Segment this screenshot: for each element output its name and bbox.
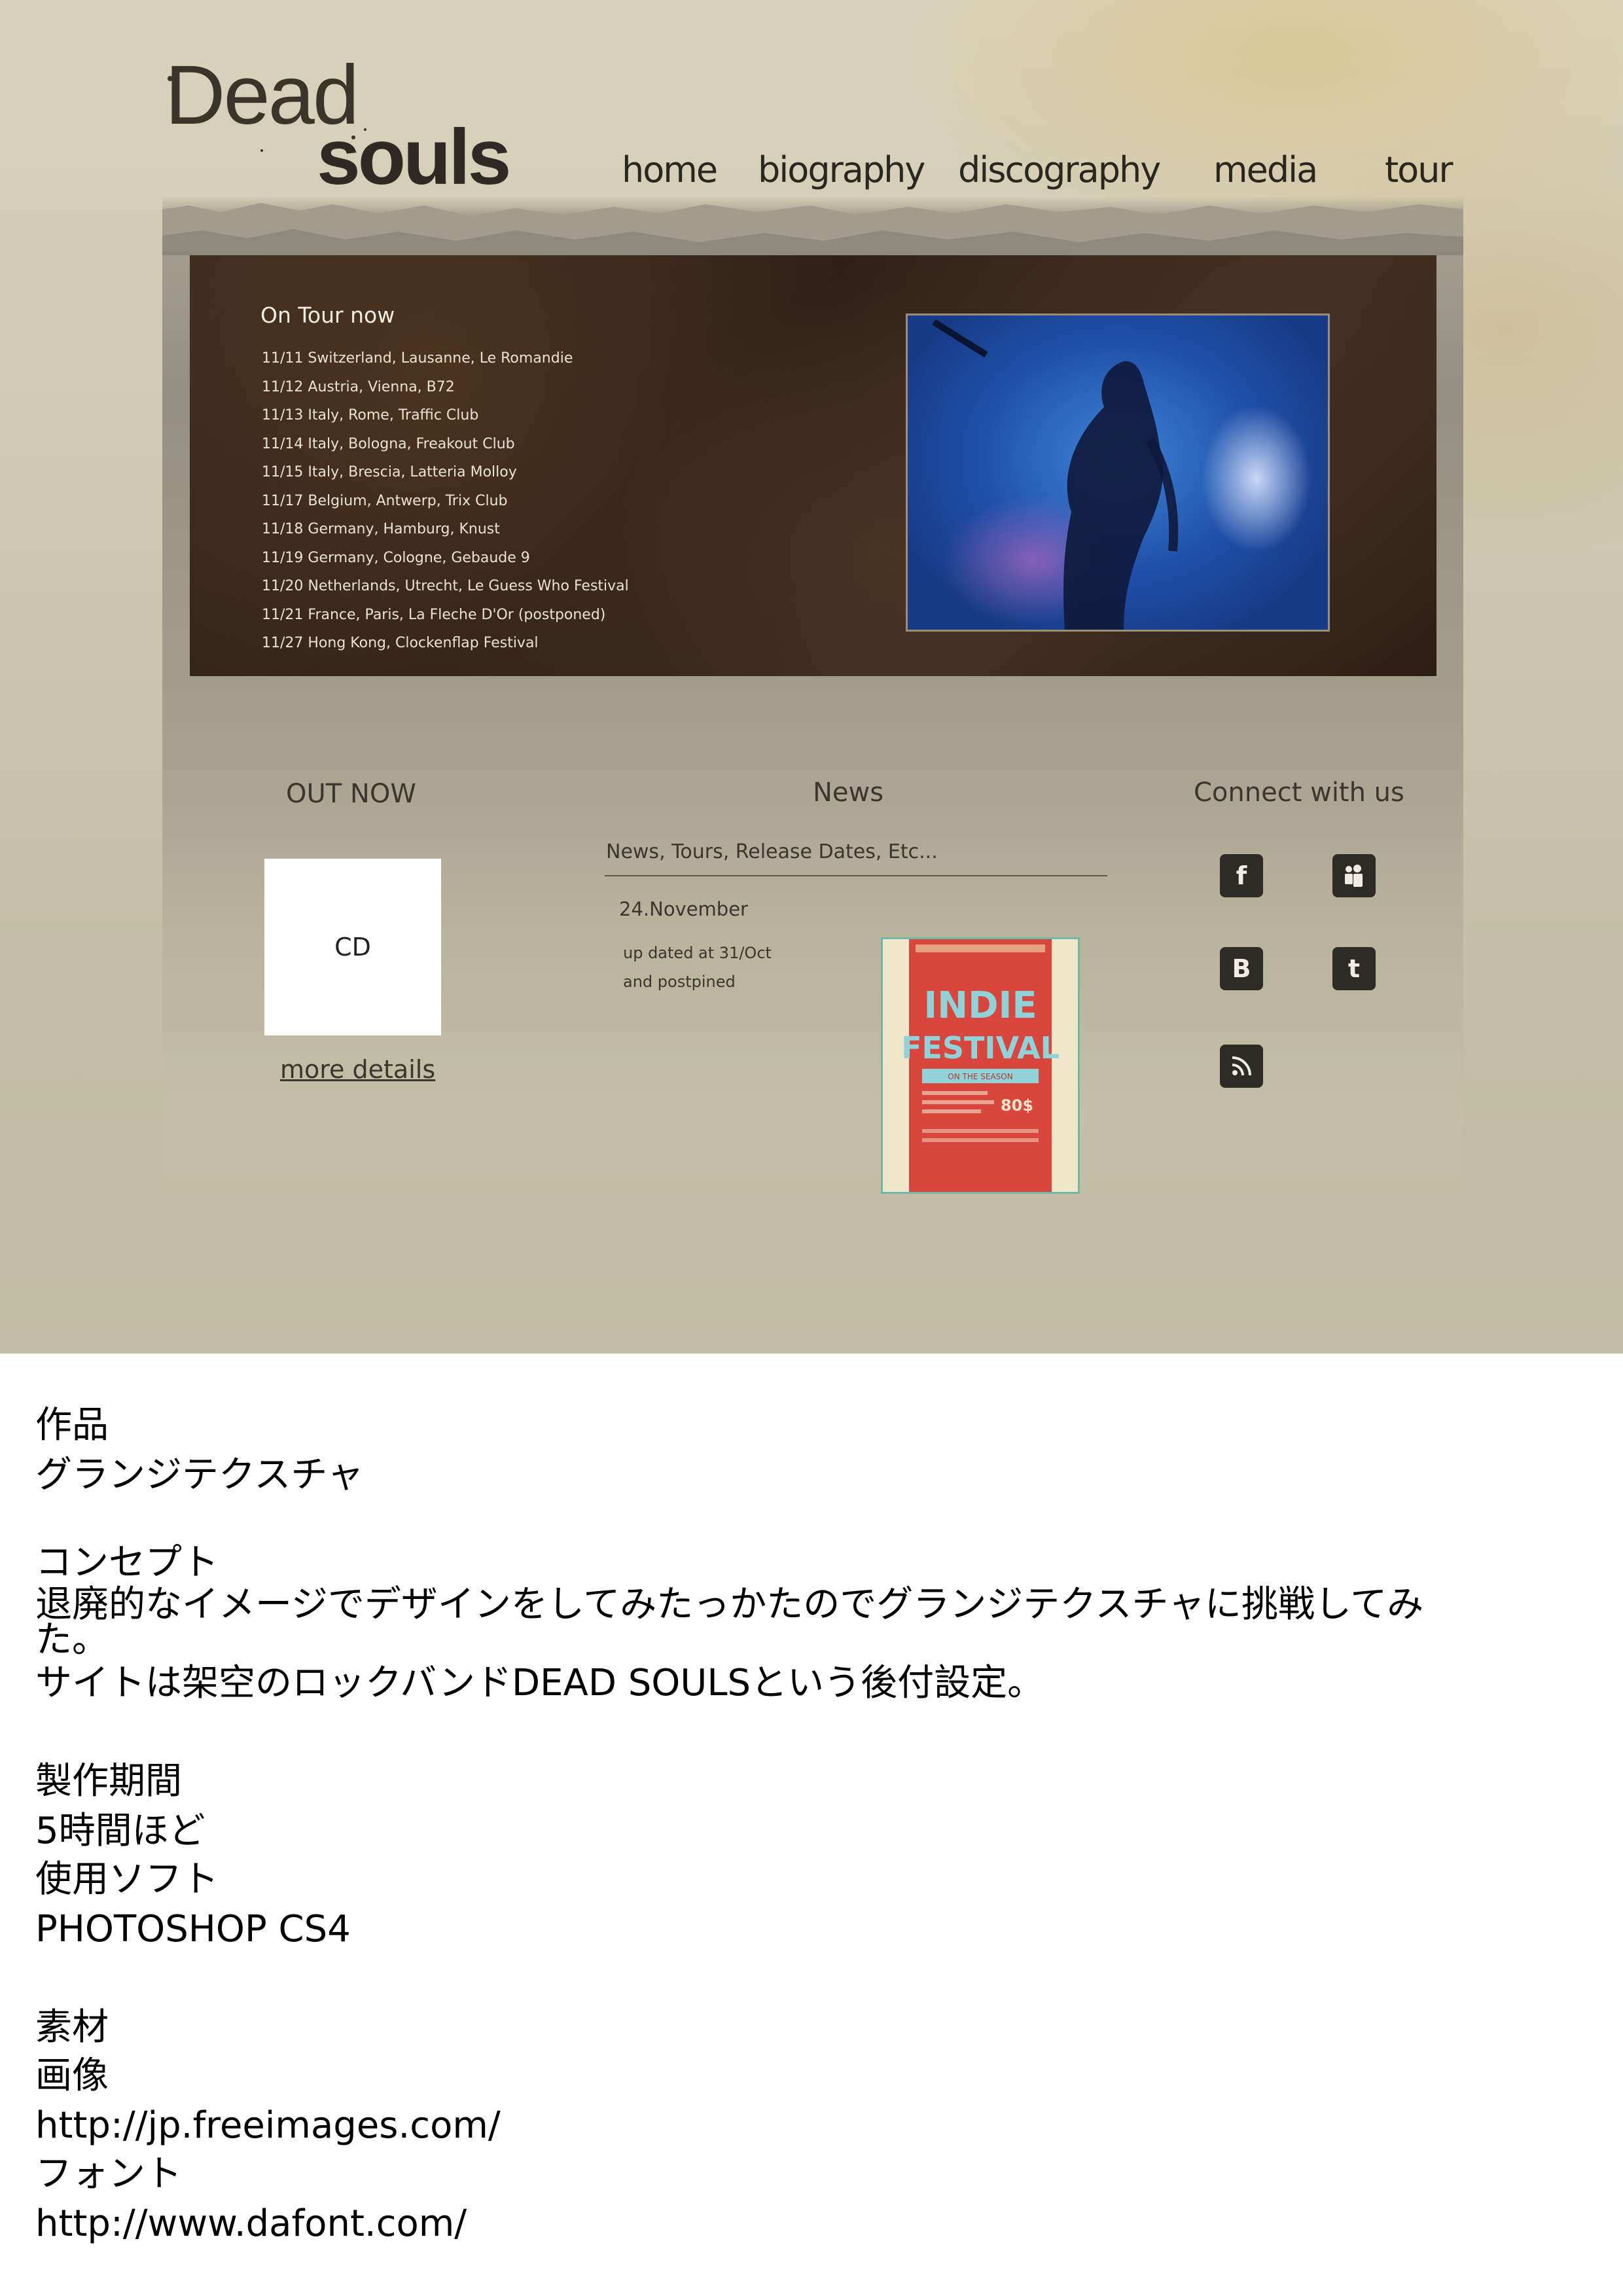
festival-poster[interactable]: INDIE FESTIVAL ON THE SEASON 80$	[881, 937, 1080, 1194]
tour-date-item[interactable]: 11/17 Belgium, Antwerp, Trix Club	[262, 487, 629, 516]
fonts-url[interactable]: http://www.dafont.com/	[35, 2206, 467, 2242]
rss-icon[interactable]	[1220, 1045, 1263, 1088]
website-mockup: Dead souls home biography discography me…	[0, 0, 1623, 1354]
tour-date-item[interactable]: 11/14 Italy, Bologna, Freakout Club	[262, 430, 629, 459]
logo-souls[interactable]: souls	[317, 118, 511, 196]
torn-paper-edge	[162, 203, 1463, 255]
poster-graphic: INDIE FESTIVAL ON THE SEASON 80$	[901, 939, 1060, 1192]
period-heading: 製作期間	[35, 1760, 182, 1803]
connect-title: Connect with us	[1194, 778, 1404, 808]
nav-home[interactable]: home	[622, 149, 718, 190]
cd-label: CD	[334, 933, 371, 961]
news-body-line: up dated at 31/Oct	[623, 944, 772, 962]
news-divider	[605, 875, 1107, 876]
cd-cover[interactable]: CD	[264, 859, 441, 1035]
materials-heading: 素材	[35, 2006, 109, 2049]
news-body-line: and postpined	[623, 973, 736, 991]
poster-title-2: FESTIVAL	[901, 1030, 1060, 1066]
fonts-heading: フォント	[35, 2153, 182, 2195]
tour-hero-panel: On Tour now 11/11 Switzerland, Lausanne,…	[190, 255, 1436, 676]
work-title: グランジテクスチャ	[35, 1454, 364, 1496]
tour-date-item[interactable]: 11/20 Netherlands, Utrecht, Le Guess Who…	[262, 572, 629, 601]
tour-date-item[interactable]: 11/27 Hong Kong, Clockenflap Festival	[262, 629, 629, 658]
twitter-icon[interactable]: t	[1332, 947, 1376, 990]
software-heading: 使用ソフト	[35, 1858, 219, 1901]
tour-title: On Tour now	[260, 302, 395, 328]
images-heading: 画像	[35, 2054, 109, 2097]
out-now-title: OUT NOW	[286, 779, 416, 809]
tour-date-list: 11/11 Switzerland, Lausanne, Le Romandie…	[262, 344, 629, 658]
news-date: 24.November	[619, 898, 748, 920]
nav-discography[interactable]: discography	[958, 149, 1161, 190]
nav-media[interactable]: media	[1213, 149, 1318, 190]
nav-tour[interactable]: tour	[1385, 149, 1454, 190]
work-heading: 作品	[35, 1404, 109, 1446]
period-value: 5時間ほど	[35, 1810, 205, 1852]
tour-date-item[interactable]: 11/12 Austria, Vienna, B72	[262, 373, 629, 402]
tour-date-item[interactable]: 11/19 Germany, Cologne, Gebaude 9	[262, 544, 629, 573]
myspace-icon[interactable]	[1332, 854, 1376, 897]
concept-text: 退廃的なイメージでデザインをしてみたっかたのでグランジテクスチャに挑戦してみ	[35, 1583, 1424, 1626]
blogger-icon[interactable]: B	[1220, 947, 1263, 990]
poster-price: 80$	[1001, 1096, 1033, 1115]
performer-silhouette	[932, 319, 1179, 630]
software-value: PHOTOSHOP CS4	[35, 1908, 351, 1950]
news-tabs[interactable]: News, Tours, Release Dates, Etc...	[606, 840, 938, 863]
tour-date-item[interactable]: 11/21 France, Paris, La Fleche D'Or (pos…	[262, 601, 629, 630]
tour-date-item[interactable]: 11/11 Switzerland, Lausanne, Le Romandie	[262, 344, 629, 373]
concept-heading: コンセプト	[35, 1541, 219, 1584]
more-details-link[interactable]: more details	[280, 1055, 435, 1084]
facebook-icon[interactable]: f	[1220, 854, 1263, 897]
images-url[interactable]: http://jp.freeimages.com/	[35, 2108, 501, 2144]
tour-date-item[interactable]: 11/13 Italy, Rome, Traffic Club	[262, 401, 629, 430]
news-title: News	[813, 778, 884, 808]
concept-text: た。	[35, 1619, 109, 1661]
tour-date-item[interactable]: 11/18 Germany, Hamburg, Knust	[262, 515, 629, 544]
nav-biography[interactable]: biography	[758, 149, 925, 190]
concept-text: サイトは架空のロックバンドDEAD SOULSという後付設定。	[35, 1662, 1044, 1704]
poster-title-1: INDIE	[923, 984, 1037, 1027]
stage-photo	[906, 314, 1330, 632]
tour-date-item[interactable]: 11/15 Italy, Brescia, Latteria Molloy	[262, 458, 629, 487]
poster-tag: ON THE SEASON	[948, 1072, 1012, 1081]
